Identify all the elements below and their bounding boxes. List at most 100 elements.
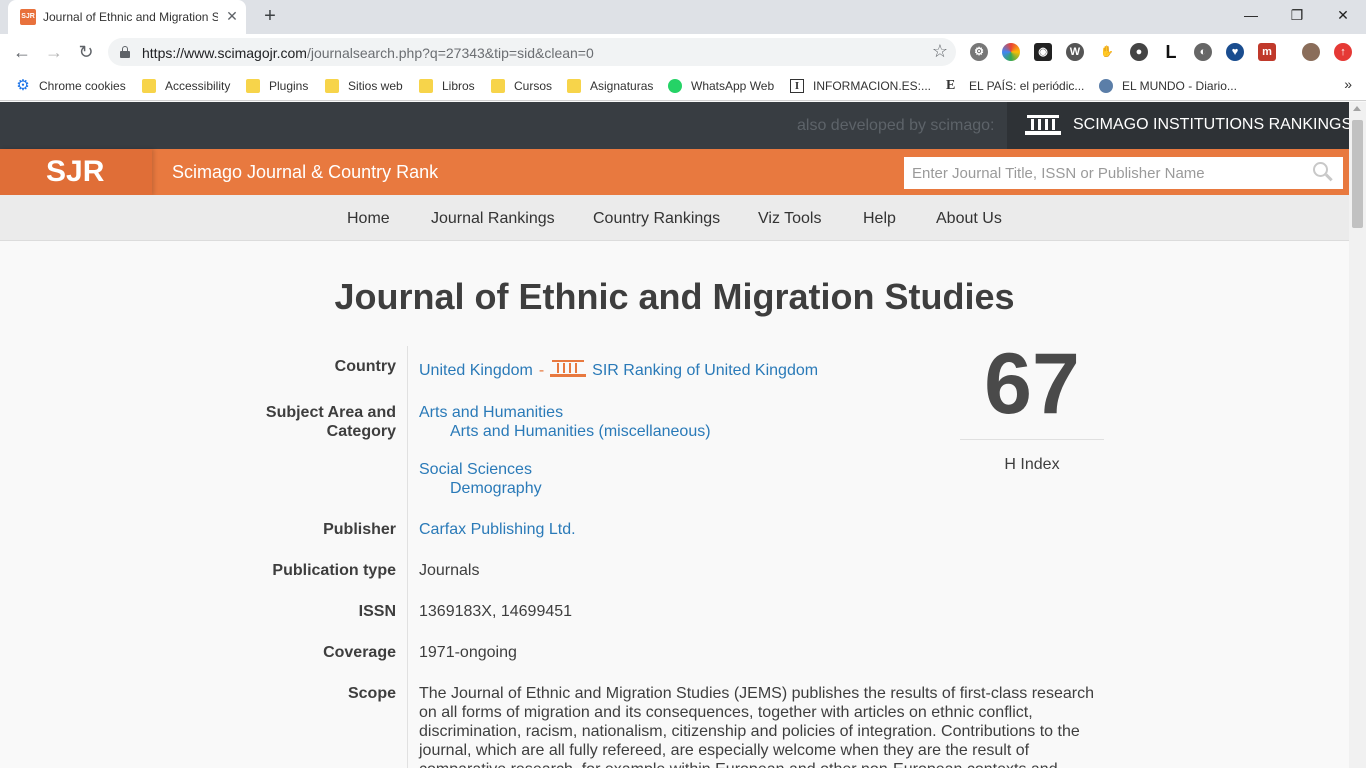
bookmark-asignaturas[interactable]: Asignaturas	[567, 76, 653, 96]
country-link[interactable]: United Kingdom	[419, 362, 533, 379]
url-text[interactable]: https://www.scimagojr.com/journalsearch.…	[142, 45, 594, 61]
bookmark-label: INFORMACION.ES:...	[813, 79, 932, 93]
url-path: /journalsearch.php?q=27343&tip=sid&clean…	[306, 45, 594, 61]
extension-mendeley-icon[interactable]: m	[1258, 43, 1276, 61]
extension-gear-icon[interactable]: ⚙	[970, 43, 988, 61]
window-close-icon[interactable]: ✕	[1330, 4, 1356, 26]
sir-country-link[interactable]: SIR Ranking of United Kingdom	[592, 362, 818, 379]
sir-rankings-link[interactable]: SCIMAGO INSTITUTIONS RANKINGS	[1007, 102, 1349, 149]
extension-color-icon[interactable]	[1002, 43, 1020, 61]
subject-area-1: Arts and Humanities Arts and Humanities …	[419, 403, 711, 441]
folder-icon	[325, 79, 339, 93]
profile-avatar[interactable]	[1302, 43, 1320, 61]
browser-tabstrip: SJR Journal of Ethnic and Migration S ✕ …	[0, 0, 1366, 34]
menu-home[interactable]: Home	[347, 210, 390, 228]
subject-category-link[interactable]: Arts and Humanities (miscellaneous)	[419, 422, 711, 441]
label-country: Country	[334, 358, 396, 375]
label-coverage: Coverage	[323, 644, 396, 661]
elpais-icon: E	[946, 78, 956, 93]
info-divider	[407, 346, 408, 768]
bookmark-accessibility[interactable]: Accessibility	[142, 76, 230, 96]
label-scope: Scope	[347, 685, 396, 702]
bookmark-cursos[interactable]: Cursos	[491, 76, 552, 96]
folder-icon	[142, 79, 156, 93]
menu-country-rankings[interactable]: Country Rankings	[593, 210, 720, 228]
reload-icon[interactable]: ↻	[74, 41, 98, 63]
tab-close-icon[interactable]: ✕	[224, 8, 240, 24]
tab-title: Journal of Ethnic and Migration S	[43, 10, 218, 24]
restore-icon[interactable]: ❐	[1284, 4, 1310, 26]
sjr-favicon-icon: SJR	[20, 9, 36, 25]
also-developed-text: also developed by scimago:	[797, 117, 995, 134]
whatsapp-icon	[668, 79, 682, 93]
subject-area-link[interactable]: Arts and Humanities	[419, 403, 711, 422]
site-header: SJR Scimago Journal & Country Rank	[0, 149, 1349, 195]
globe-icon	[1099, 79, 1113, 93]
page-scrollbar[interactable]	[1349, 102, 1366, 768]
scroll-thumb[interactable]	[1352, 120, 1363, 228]
bookmark-label: Chrome cookies	[39, 79, 126, 93]
label-publisher: Publisher	[323, 521, 396, 538]
site-title[interactable]: Scimago Journal & Country Rank	[172, 162, 438, 183]
informacion-icon: I	[790, 79, 804, 93]
main-menu: Home Journal Rankings Country Rankings V…	[0, 195, 1349, 241]
scope-text: The Journal of Ethnic and Migration Stud…	[419, 685, 1094, 768]
search-icon[interactable]	[1313, 162, 1333, 182]
subject-category-link[interactable]: Demography	[419, 479, 542, 498]
menu-journal-rankings[interactable]: Journal Rankings	[431, 210, 555, 228]
lock-icon	[120, 46, 130, 58]
address-bar[interactable]: https://www.scimagojr.com/journalsearch.…	[108, 38, 956, 66]
label-subject-line2: Category	[326, 423, 396, 440]
menu-viz-tools[interactable]: Viz Tools	[758, 210, 821, 228]
back-icon[interactable]: ←	[10, 41, 34, 63]
bookmark-chrome-cookies[interactable]: ⚙ Chrome cookies	[16, 76, 126, 96]
bookmark-label: EL MUNDO - Diario...	[1122, 79, 1237, 93]
bookmark-label: Asignaturas	[590, 79, 654, 93]
h-index-label: H Index	[1004, 456, 1060, 473]
bookmark-plugins[interactable]: Plugins	[246, 76, 308, 96]
extension-heart-icon[interactable]: ♥	[1226, 43, 1244, 61]
bookmark-elpais[interactable]: E EL PAÍS: el periódic...	[946, 76, 1084, 96]
bookmark-label: Cursos	[514, 79, 553, 93]
publisher-link[interactable]: Carfax Publishing Ltd.	[419, 520, 576, 539]
sir-rankings-label: SCIMAGO INSTITUTIONS RANKINGS	[1073, 116, 1349, 133]
scroll-up-arrow-icon[interactable]	[1353, 106, 1361, 111]
bookmark-label: Libros	[442, 79, 475, 93]
sjr-logo[interactable]: SJR	[0, 149, 152, 195]
bookmark-whatsapp[interactable]: WhatsApp Web	[668, 76, 774, 96]
extension-eye-icon[interactable]: ◐	[1194, 43, 1212, 61]
browser-tab[interactable]: SJR Journal of Ethnic and Migration S ✕	[8, 0, 246, 34]
bookmark-label: Sitios web	[348, 79, 403, 93]
extension-camera-icon[interactable]: ◉	[1034, 43, 1052, 61]
extension-l-icon[interactable]: L	[1162, 43, 1180, 61]
bookmark-informacion[interactable]: I INFORMACION.ES:...	[790, 76, 931, 96]
h-index-value: 67	[984, 336, 1080, 432]
new-tab-icon[interactable]: +	[258, 5, 282, 29]
extension-hand-icon[interactable]: ✋	[1098, 43, 1116, 61]
bookmark-elmundo[interactable]: EL MUNDO - Diario...	[1099, 76, 1237, 96]
extension-circles-icon[interactable]: ●	[1130, 43, 1148, 61]
extension-wordpress-icon[interactable]: W	[1066, 43, 1084, 61]
bookmark-star-icon[interactable]: ☆	[932, 41, 948, 62]
menu-help[interactable]: Help	[863, 210, 896, 228]
update-icon[interactable]: ↑	[1334, 43, 1352, 61]
subject-area-2: Social Sciences Demography	[419, 460, 542, 498]
bookmark-sitios-web[interactable]: Sitios web	[325, 76, 403, 96]
publication-type-value: Journals	[419, 562, 480, 579]
bookmark-label: EL PAÍS: el periódic...	[969, 79, 1085, 93]
sir-ranking-icon[interactable]	[550, 359, 587, 379]
issn-value: 1369183X, 14699451	[419, 603, 573, 620]
country-row: United Kingdom - SIR Ranking of United Ki…	[419, 359, 818, 380]
coverage-value: 1971-ongoing	[419, 644, 517, 661]
bookmark-label: WhatsApp Web	[691, 79, 775, 93]
bookmarks-more-icon[interactable]: »	[1344, 76, 1352, 92]
journal-search-input[interactable]	[904, 157, 1343, 189]
bookmark-libros[interactable]: Libros	[419, 76, 475, 96]
menu-about-us[interactable]: About Us	[936, 210, 1002, 228]
folder-icon	[491, 79, 505, 93]
subject-area-link[interactable]: Social Sciences	[419, 460, 542, 479]
minimize-icon[interactable]: —	[1238, 4, 1264, 26]
folder-icon	[419, 79, 433, 93]
forward-icon[interactable]: →	[42, 41, 66, 63]
url-host: https://www.scimagojr.com	[142, 45, 307, 61]
